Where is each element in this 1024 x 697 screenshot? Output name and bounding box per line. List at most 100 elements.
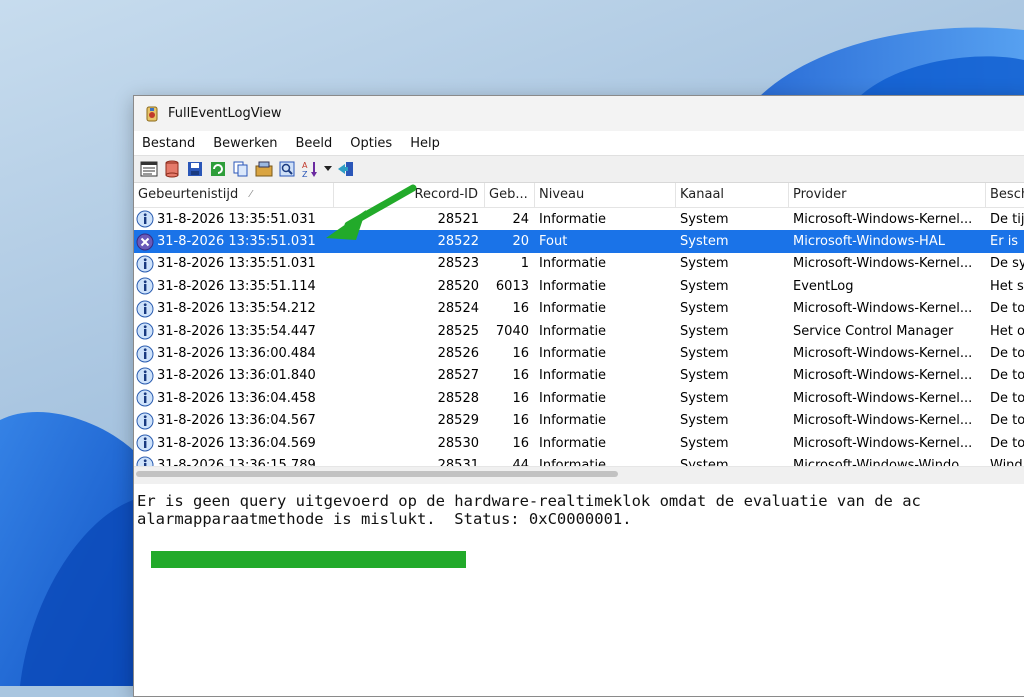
info-icon	[136, 389, 157, 407]
cell-channel: System	[680, 390, 729, 406]
cell-channel: System	[680, 413, 729, 429]
table-row[interactable]: 31-8-2026 13:35:54.212 28524 16 Informatie S…	[134, 298, 1024, 320]
cell-provider: Microsoft-Windows-Kernel...	[793, 390, 973, 406]
find-icon[interactable]	[277, 159, 297, 179]
cell-time-text: 31-8-2026 13:36:00.484	[157, 346, 316, 362]
advanced-options-icon[interactable]	[254, 159, 274, 179]
menu-bestand[interactable]: Bestand	[142, 136, 204, 151]
info-icon	[136, 367, 157, 385]
cell-provider: Microsoft-Windows-Kernel...	[793, 211, 973, 227]
table-row[interactable]: 31-8-2026 13:36:04.569 28530 16 Informatie S…	[134, 432, 1024, 454]
cell-record: 28527	[437, 368, 479, 384]
cell-provider: Service Control Manager	[793, 323, 954, 339]
cell-time-text: 31-8-2026 13:36:04.569	[157, 435, 316, 451]
cell-time-text: 31-8-2026 13:36:01.840	[157, 368, 316, 384]
window-title: FullEventLogView	[168, 106, 282, 121]
cell-level: Informatie	[539, 368, 607, 384]
horizontal-scrollbar[interactable]	[134, 466, 1024, 482]
cell-channel: System	[680, 256, 729, 272]
cell-provider: Microsoft-Windows-Kernel...	[793, 346, 973, 362]
event-list[interactable]: Gebeurtenistijd ⁄ Record-ID Geb... Niveau…	[134, 183, 1024, 469]
menu-help[interactable]: Help	[410, 136, 449, 151]
refresh-icon[interactable]	[208, 159, 228, 179]
column-header-event-id[interactable]: Geb...	[485, 183, 535, 207]
cell-event: 16	[512, 368, 529, 384]
cell-time: 31-8-2026 13:36:04.567	[134, 412, 334, 430]
cell-level: Informatie	[539, 323, 607, 339]
cell-channel: System	[680, 323, 729, 339]
app-icon	[144, 106, 160, 122]
cell-level: Informatie	[539, 390, 607, 406]
cell-desc: Het o	[990, 323, 1024, 339]
cell-time: 31-8-2026 13:36:04.458	[134, 389, 334, 407]
table-row[interactable]: 31-8-2026 13:36:00.484 28526 16 Informatie S…	[134, 342, 1024, 364]
cell-channel: System	[680, 301, 729, 317]
cell-event: 16	[512, 435, 529, 451]
column-header-description[interactable]: Besch	[986, 183, 1024, 207]
cell-desc: Er is	[990, 234, 1019, 250]
cell-time: 31-8-2026 13:36:04.569	[134, 434, 334, 452]
cell-time: 31-8-2026 13:35:54.447	[134, 322, 334, 340]
table-row[interactable]: 31-8-2026 13:35:51.031 28521 24 Informatie S…	[134, 208, 1024, 230]
table-row[interactable]: 31-8-2026 13:36:04.458 28528 16 Informatie S…	[134, 387, 1024, 409]
list-header: Gebeurtenistijd ⁄ Record-ID Geb... Niveau…	[134, 183, 1024, 208]
column-header-provider[interactable]: Provider	[789, 183, 986, 207]
table-row[interactable]: 31-8-2026 13:35:51.114 28520 6013 Informati…	[134, 275, 1024, 297]
cell-provider: Microsoft-Windows-Kernel...	[793, 435, 973, 451]
toolbar: AZ	[134, 156, 1024, 183]
table-row[interactable]: 31-8-2026 13:35:51.031 28523 1 Informatie Sy…	[134, 253, 1024, 275]
dropdown-icon[interactable]	[323, 159, 333, 179]
table-row[interactable]: 31-8-2026 13:36:04.567 28529 16 Informatie S…	[134, 410, 1024, 432]
cell-time-text: 31-8-2026 13:35:51.114	[157, 278, 316, 294]
cell-time-text: 31-8-2026 13:36:04.567	[157, 413, 316, 429]
cell-time: 31-8-2026 13:35:54.212	[134, 300, 334, 318]
cell-desc: De to	[990, 346, 1024, 362]
cell-desc: De to	[990, 390, 1024, 406]
menu-opties[interactable]: Opties	[350, 136, 401, 151]
cell-level: Informatie	[539, 301, 607, 317]
menu-bewerken[interactable]: Bewerken	[213, 136, 286, 151]
cell-record: 28526	[437, 346, 479, 362]
cell-level: Informatie	[539, 346, 607, 362]
cell-provider: Microsoft-Windows-Kernel...	[793, 413, 973, 429]
cell-provider: Microsoft-Windows-Kernel...	[793, 301, 973, 317]
save-icon[interactable]	[185, 159, 205, 179]
exit-icon[interactable]	[336, 159, 356, 179]
cell-time-text: 31-8-2026 13:35:51.031	[157, 211, 316, 227]
details-pane[interactable]: Er is geen query uitgevoerd op de hardwa…	[134, 484, 1024, 696]
table-row[interactable]: 31-8-2026 13:35:54.447 28525 7040 Informati…	[134, 320, 1024, 342]
cell-record: 28525	[437, 323, 479, 339]
cell-desc: De sy	[990, 256, 1024, 272]
title-bar[interactable]: FullEventLogView	[134, 96, 1024, 131]
cell-time-text: 31-8-2026 13:35:51.031	[157, 256, 316, 272]
sort-indicator-icon: ⁄	[250, 189, 252, 200]
scrollbar-thumb[interactable]	[136, 471, 618, 477]
column-header-time[interactable]: Gebeurtenistijd ⁄	[134, 183, 334, 207]
cell-provider: Microsoft-Windows-Kernel...	[793, 256, 973, 272]
cell-channel: System	[680, 346, 729, 362]
event-description-text: Er is geen query uitgevoerd op de hardwa…	[137, 492, 921, 528]
table-row[interactable]: 31-8-2026 13:36:01.840 28527 16 Informatie S…	[134, 365, 1024, 387]
info-icon	[136, 412, 157, 430]
properties-icon[interactable]	[139, 159, 159, 179]
cell-level: Informatie	[539, 413, 607, 429]
cell-record: 28524	[437, 301, 479, 317]
info-icon	[136, 300, 157, 318]
cell-level: Fout	[539, 234, 568, 250]
cell-desc: De to	[990, 413, 1024, 429]
cell-event: 20	[512, 234, 529, 250]
cell-time: 31-8-2026 13:35:51.031	[134, 255, 334, 273]
cell-time-text: 31-8-2026 13:36:04.458	[157, 390, 316, 406]
list-body: 31-8-2026 13:35:51.031 28521 24 Informatie S…	[134, 208, 1024, 468]
database-icon[interactable]	[162, 159, 182, 179]
column-header-channel[interactable]: Kanaal	[676, 183, 789, 207]
cell-level: Informatie	[539, 211, 607, 227]
cell-record: 28530	[437, 435, 479, 451]
table-row[interactable]: 31-8-2026 13:35:51.031 28522 20 Fout System M…	[134, 230, 1024, 253]
sort-icon[interactable]: AZ	[300, 159, 320, 179]
cell-time-text: 31-8-2026 13:35:54.447	[157, 323, 316, 339]
menu-beeld[interactable]: Beeld	[295, 136, 341, 151]
column-header-level[interactable]: Niveau	[535, 183, 676, 207]
cell-channel: System	[680, 278, 729, 294]
copy-icon[interactable]	[231, 159, 251, 179]
